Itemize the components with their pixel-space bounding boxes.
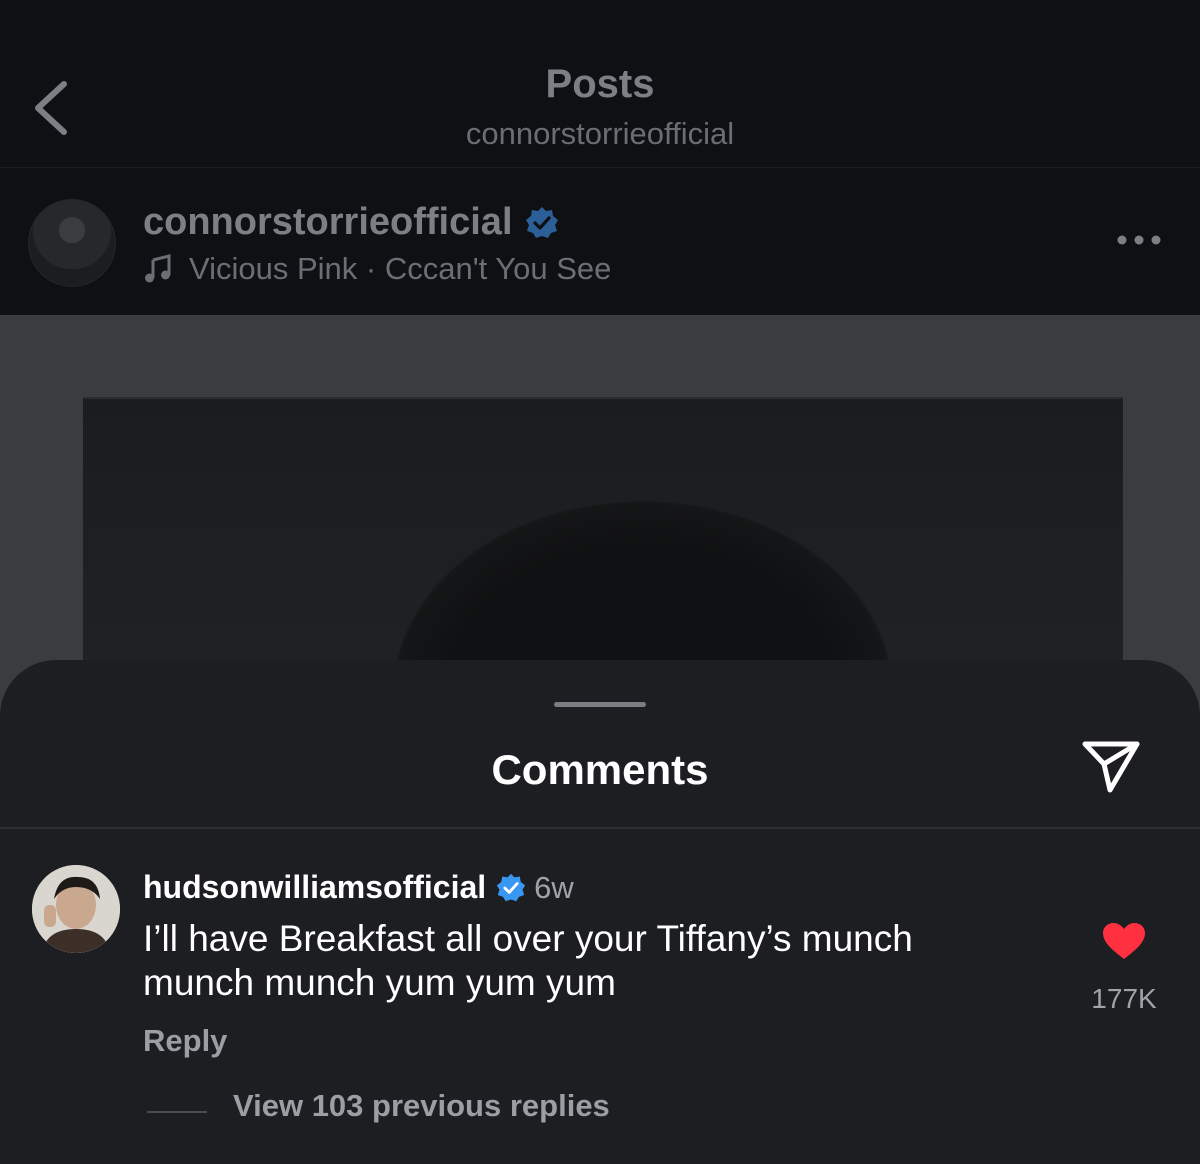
sheet-drag-handle[interactable]: [554, 702, 646, 707]
commenter-avatar[interactable]: [32, 865, 120, 953]
post-header: connorstorrieofficial Vicious Pink · Ccc…: [0, 169, 1200, 315]
commenter-name: hudsonwilliamsofficial: [143, 869, 487, 905]
screen: Posts connorstorrieofficial connorstorri…: [0, 0, 1200, 1164]
page-title: Posts: [545, 62, 655, 106]
comment-text: I’ll have Breakfast all over your Tiffan…: [143, 918, 913, 1003]
more-options-icon[interactable]: [1116, 233, 1162, 247]
music-text: Vicious Pink · Cccan't You See: [189, 251, 612, 286]
verified-badge-icon: [497, 873, 526, 901]
comment-item: hudsonwilliamsofficial 6w I’ll have Brea…: [0, 829, 1200, 1164]
music-note-icon: [145, 254, 171, 283]
comments-title: Comments: [491, 746, 709, 793]
top-navigation-bar: Posts connorstorrieofficial: [0, 0, 1200, 168]
post-author-username[interactable]: connorstorrieofficial: [143, 201, 559, 244]
page-subtitle: connorstorrieofficial: [465, 116, 735, 151]
commenter-username[interactable]: hudsonwilliamsofficial 6w: [143, 869, 574, 906]
replies-divider-line: [147, 1111, 207, 1113]
commenter-photo: [32, 865, 120, 953]
view-replies-button[interactable]: View 103 previous replies: [233, 1088, 610, 1124]
post-author-avatar[interactable]: [28, 199, 116, 287]
like-count: 177K: [1091, 983, 1157, 1014]
post-author-name: connorstorrieofficial: [143, 201, 513, 243]
comment-timestamp: 6w: [534, 869, 574, 905]
heart-liked-icon[interactable]: [1101, 921, 1147, 961]
reply-button[interactable]: Reply: [143, 1023, 227, 1059]
verified-badge-icon: [525, 206, 558, 238]
comments-sheet: Comments hudsonwilliamsofficial 6w I’ll …: [0, 660, 1200, 1164]
share-send-icon[interactable]: [1080, 738, 1142, 796]
post-music-label[interactable]: Vicious Pink · Cccan't You See: [143, 251, 611, 287]
